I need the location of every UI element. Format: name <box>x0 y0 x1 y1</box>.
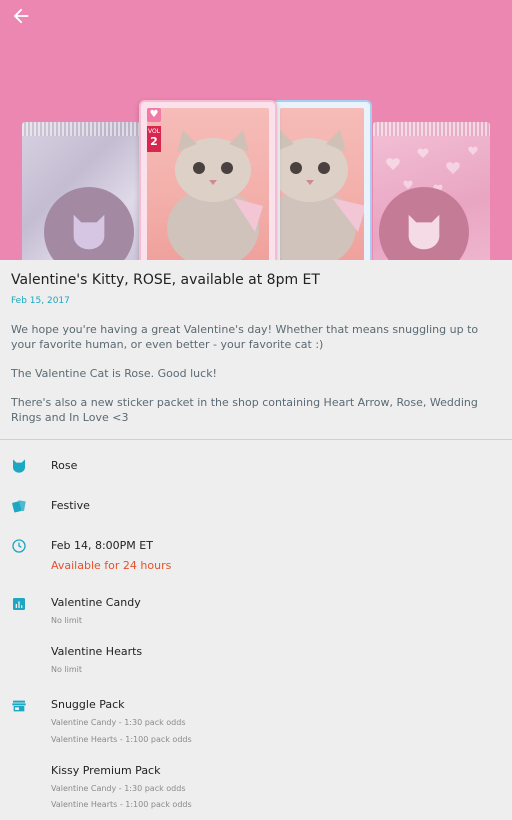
divider <box>0 439 512 440</box>
post-body: We hope you're having a great Valentine'… <box>11 322 503 439</box>
arrow-left-icon[interactable] <box>10 5 32 27</box>
pack-odds: Valentine Candy - 1:30 pack odds <box>51 784 186 793</box>
cat-logo <box>44 187 134 260</box>
theme-label: Festive <box>51 499 90 512</box>
post-paragraph: There's also a new sticker packet in the… <box>11 396 478 424</box>
sticker-pack-left <box>22 122 140 260</box>
cat-face-icon <box>408 214 440 250</box>
limit-item-value: No limit <box>51 616 83 625</box>
availability-text: Available for 24 hours <box>51 559 172 572</box>
sticker-pack-right <box>373 122 490 260</box>
cat-card-back <box>272 100 372 260</box>
cat-card-front: ♥ VOL 2 <box>139 100 277 260</box>
release-time: Feb 14, 8:00PM ET <box>51 539 153 552</box>
heart-badge-icon: ♥ <box>147 108 161 122</box>
cat-name: Rose <box>51 459 78 472</box>
bar-chart-icon <box>13 598 25 610</box>
pack-odds: Valentine Hearts - 1:100 pack odds <box>51 800 192 809</box>
post-date: Feb 15, 2017 <box>11 296 70 306</box>
post-paragraph: We hope you're having a great Valentine'… <box>11 323 479 351</box>
post-title: Valentine's Kitty, ROSE, available at 8p… <box>11 272 320 288</box>
limit-item-name: Valentine Hearts <box>51 645 143 658</box>
volume-badge: VOL 2 <box>147 126 161 152</box>
cards-icon <box>12 500 26 513</box>
limit-item-value: No limit <box>51 665 83 674</box>
pack-odds: Valentine Candy - 1:30 pack odds <box>51 718 186 727</box>
pack-odds: Valentine Hearts - 1:100 pack odds <box>51 735 192 744</box>
pack-name: Kissy Premium Pack <box>51 764 161 777</box>
post-paragraph: The Valentine Cat is Rose. Good luck! <box>11 367 217 380</box>
cat-face-icon <box>73 214 105 250</box>
hero-banner: ♥ VOL 2 <box>0 0 512 260</box>
clock-icon <box>12 539 26 553</box>
pack-name: Snuggle Pack <box>51 698 125 711</box>
kitten-photo <box>147 108 269 260</box>
limit-item-name: Valentine Candy <box>51 596 141 609</box>
kitten-photo-back <box>280 108 364 260</box>
cat-face-icon <box>13 459 25 473</box>
store-icon <box>12 700 26 712</box>
